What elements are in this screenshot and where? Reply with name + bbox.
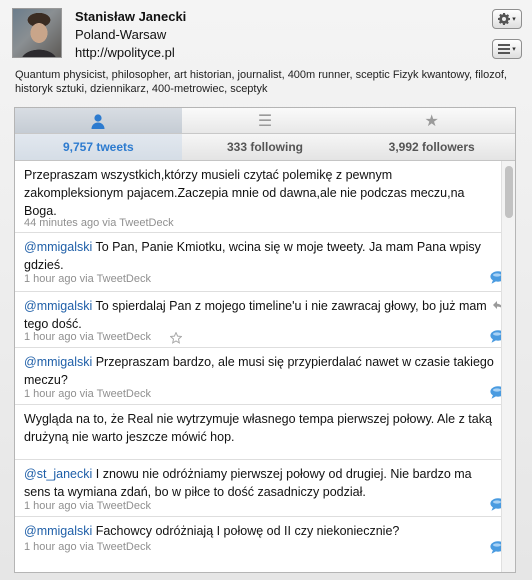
tweet-meta: 44 minutes ago via TweetDeck (24, 217, 174, 229)
tweet-item[interactable]: Przepraszam wszystkich,którzy musieli cz… (15, 161, 501, 233)
profile-header: Stanisław Janecki Poland-Warsaw http://w… (0, 0, 532, 104)
tweet-item[interactable]: @st_janecki I znowu nie odróżniamy pierw… (15, 460, 506, 517)
scrollbar-thumb[interactable] (505, 166, 513, 218)
tweet-body: I znowu nie odróżniamy pierwszej połowy … (24, 467, 472, 499)
tweet-item[interactable]: @mmigalski Fachowcy odróżniają I połowę … (15, 517, 506, 572)
user-location: Poland-Warsaw (75, 27, 167, 42)
tweet-text: @mmigalski To Pan, Panie Kmiotku, wcina … (24, 238, 494, 274)
tweet-body: To spierdalaj Pan z mojego timeline'u i … (24, 299, 487, 331)
person-icon (91, 113, 105, 129)
profile-panel: ☰ ★ 9,757 tweets 333 following 3,992 fol… (14, 107, 516, 573)
tab-bar: ☰ ★ (15, 108, 515, 134)
tweet-body: Przepraszam wszystkich,którzy musieli cz… (24, 168, 465, 218)
tweet-body: Fachowcy odróżniają I połowę od II czy n… (92, 524, 400, 538)
tweet-mention[interactable]: @mmigalski (24, 240, 92, 254)
avatar[interactable] (12, 8, 62, 58)
tweet-meta: 1 hour ago via TweetDeck (24, 331, 151, 343)
tab-lists[interactable]: ☰ (182, 108, 349, 133)
chevron-down-icon: ▾ (512, 16, 516, 23)
tweet-item[interactable]: @mmigalski To spierdalaj Pan z mojego ti… (15, 292, 506, 348)
tweet-meta: 1 hour ago via TweetDeck (24, 541, 151, 553)
tab-favorites[interactable]: ★ (348, 108, 515, 133)
tweet-item[interactable]: @mmigalski Przepraszam bardzo, ale musi … (15, 348, 506, 405)
chevron-down-icon: ▾ (512, 46, 516, 53)
tweet-item[interactable]: Wygląda na to, że Real nie wytrzymuje wł… (15, 405, 501, 460)
tweet-text: @mmigalski To spierdalaj Pan z mojego ti… (24, 297, 494, 333)
tweet-mention[interactable]: @mmigalski (24, 355, 92, 369)
tweet-body: Przepraszam bardzo, ale musi się przypie… (24, 355, 494, 387)
timeline-scrollbar[interactable] (501, 161, 515, 572)
gear-menu-button[interactable]: ▾ (492, 9, 522, 29)
tweet-text: @mmigalski Przepraszam bardzo, ale musi … (24, 353, 494, 389)
user-url[interactable]: http://wpolityce.pl (75, 45, 175, 60)
profile-stats: 9,757 tweets 333 following 3,992 followe… (15, 134, 515, 161)
user-bio: Quantum physicist, philosopher, art hist… (15, 69, 507, 95)
gear-icon (498, 13, 511, 25)
tweet-mention[interactable]: @mmigalski (24, 524, 92, 538)
tweet-timeline: Przepraszam wszystkich,którzy musieli cz… (15, 161, 515, 572)
tweet-text: Przepraszam wszystkich,którzy musieli cz… (24, 166, 494, 220)
tweet-item[interactable]: @mmigalski To Pan, Panie Kmiotku, wcina … (15, 233, 506, 292)
tab-profile[interactable] (15, 108, 182, 133)
stat-following[interactable]: 333 following (182, 134, 349, 160)
tweet-text: Wygląda na to, że Real nie wytrzymuje wł… (24, 410, 494, 446)
tweet-meta: 1 hour ago via TweetDeck (24, 273, 151, 285)
list-icon (498, 44, 511, 54)
list-icon: ☰ (257, 112, 273, 130)
tweet-text: @mmigalski Fachowcy odróżniają I połowę … (24, 522, 494, 540)
tweet-mention[interactable]: @mmigalski (24, 299, 92, 313)
tweet-text: @st_janecki I znowu nie odróżniamy pierw… (24, 465, 494, 501)
stat-tweets[interactable]: 9,757 tweets (15, 134, 182, 160)
tweet-body: To Pan, Panie Kmiotku, wcina się w moje … (24, 240, 481, 272)
tweet-body: Wygląda na to, że Real nie wytrzymuje wł… (24, 412, 492, 444)
user-name: Stanisław Janecki (75, 9, 187, 24)
list-menu-button[interactable]: ▾ (492, 39, 522, 59)
star-icon: ★ (424, 112, 439, 130)
tweet-meta: 1 hour ago via TweetDeck (24, 500, 151, 512)
stat-followers[interactable]: 3,992 followers (348, 134, 515, 160)
tweet-mention[interactable]: @st_janecki (24, 467, 92, 481)
tweet-meta: 1 hour ago via TweetDeck (24, 388, 151, 400)
favorite-star-icon[interactable] (170, 332, 182, 344)
